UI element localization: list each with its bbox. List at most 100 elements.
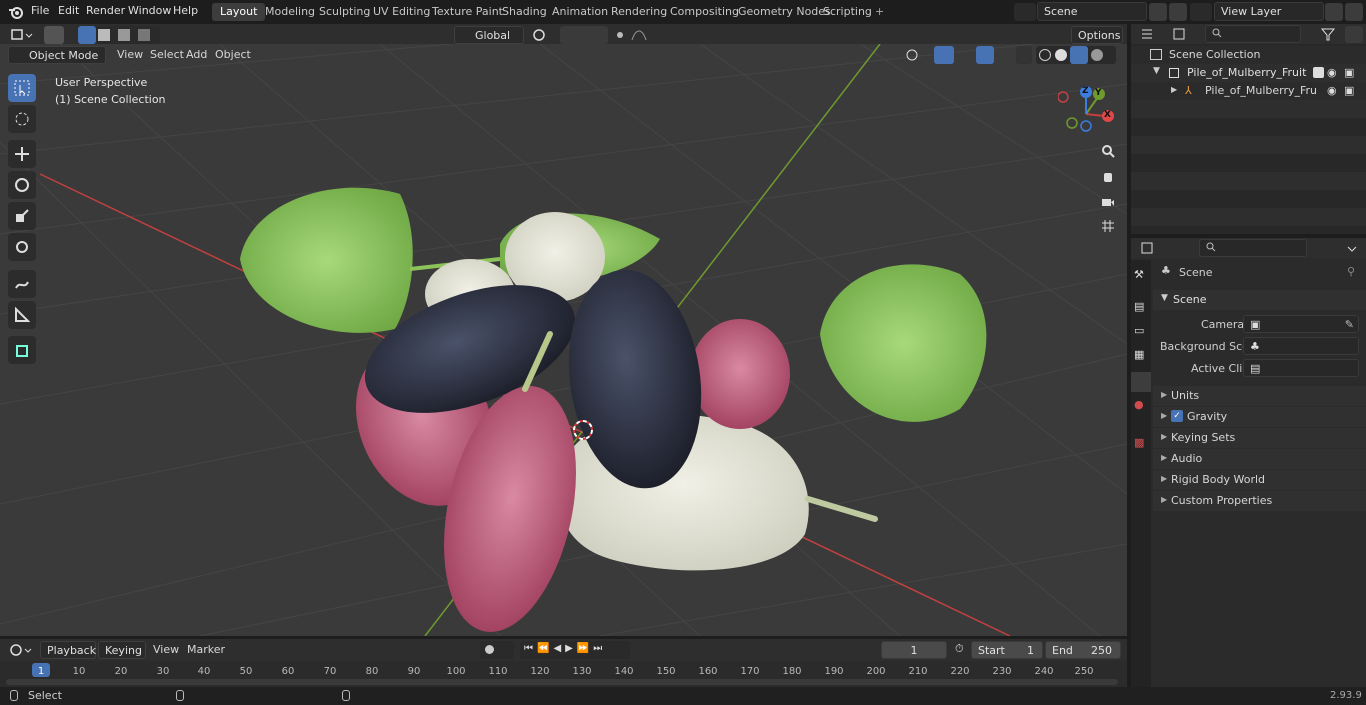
pan-hand-icon[interactable] bbox=[1097, 165, 1119, 187]
new-scene-icon[interactable] bbox=[1149, 3, 1167, 21]
zoom-icon[interactable] bbox=[1097, 140, 1119, 162]
playback-menu[interactable]: Playback bbox=[40, 641, 96, 659]
rigid-body-world-section[interactable]: ▶ Rigid Body World bbox=[1153, 470, 1366, 490]
view-menu-item[interactable]: View bbox=[112, 47, 148, 64]
camera-render-icon[interactable]: ▣ bbox=[1344, 66, 1354, 79]
scene-field[interactable]: Scene bbox=[1037, 2, 1147, 21]
tweak-select-icon[interactable] bbox=[44, 26, 64, 44]
snap-toggle[interactable] bbox=[560, 26, 608, 44]
tool-tab-icon[interactable]: ⚒ bbox=[1134, 268, 1144, 281]
playback-controls[interactable]: ⏮⏪◀▶⏩⏭ bbox=[520, 641, 630, 659]
end-frame-field[interactable]: End 250 bbox=[1045, 641, 1121, 659]
outliner-row-collection[interactable]: ▼ Pile_of_Mulberry_Fruit ◉ ▣ bbox=[1131, 64, 1366, 82]
timeline-scrollbar[interactable] bbox=[6, 679, 1118, 685]
editor-type-icon[interactable] bbox=[4, 2, 34, 20]
select-invert-icon[interactable] bbox=[138, 29, 150, 41]
select-mode-buttons[interactable] bbox=[78, 26, 160, 44]
background-scene-field[interactable]: ♣ bbox=[1243, 337, 1359, 355]
scene-panel-header[interactable]: ▼ Scene bbox=[1153, 290, 1366, 310]
object-eye-icon[interactable]: ◉ bbox=[1327, 84, 1337, 97]
select-new-icon[interactable] bbox=[78, 26, 96, 44]
object-menu-item[interactable]: Object bbox=[210, 47, 256, 64]
keying-sets-section[interactable]: ▶ Keying Sets bbox=[1153, 428, 1366, 448]
camera-view-icon[interactable] bbox=[1097, 190, 1119, 212]
auto-keying-toggle[interactable] bbox=[480, 641, 514, 659]
select-subtract-icon[interactable] bbox=[118, 29, 130, 41]
outliner-row-scene-collection[interactable]: Scene Collection bbox=[1131, 46, 1366, 64]
view-layer-tab-icon[interactable]: ▦ bbox=[1134, 348, 1144, 361]
show-gizmo-icon[interactable] bbox=[934, 46, 954, 64]
expand-arrow-icon[interactable]: ▼ bbox=[1153, 66, 1160, 76]
new-collection-icon[interactable] bbox=[1345, 26, 1363, 43]
3d-viewport[interactable]: User Perspective (1) Scene Collection X … bbox=[0, 44, 1127, 636]
material-mode-icon[interactable] bbox=[1070, 46, 1088, 64]
add-cube-tool[interactable] bbox=[8, 336, 36, 364]
select-extend-icon[interactable] bbox=[98, 29, 110, 41]
rendered-mode-icon[interactable] bbox=[1091, 49, 1103, 61]
start-frame-field[interactable]: Start 1 bbox=[971, 641, 1043, 659]
selectability-icon[interactable] bbox=[902, 46, 932, 64]
menu-window[interactable]: Window bbox=[128, 4, 171, 17]
collapse-arrow-icon[interactable]: ▶ bbox=[1171, 85, 1177, 94]
solid-mode-icon[interactable] bbox=[1055, 49, 1067, 61]
move-tool[interactable] bbox=[8, 140, 36, 168]
menu-render[interactable]: Render bbox=[86, 4, 125, 17]
current-frame-field[interactable]: 1 bbox=[881, 641, 947, 659]
toggle-xray-icon[interactable] bbox=[1016, 46, 1032, 64]
pivot-point-icon[interactable] bbox=[530, 26, 554, 44]
active-clip-field[interactable]: ▤ bbox=[1243, 359, 1359, 377]
properties-editor-type-icon[interactable] bbox=[1139, 240, 1165, 257]
scene-tab-icon[interactable] bbox=[1131, 372, 1151, 392]
outliner-row-object[interactable]: ▶ ⅄ Pile_of_Mulberry_Fruit_0( ◉ ▣ bbox=[1131, 82, 1366, 100]
scene-selector-icon[interactable] bbox=[1014, 3, 1036, 21]
properties-search-input[interactable] bbox=[1199, 239, 1307, 257]
gravity-checkbox[interactable]: ✓ bbox=[1171, 410, 1183, 422]
show-overlays-icon[interactable] bbox=[976, 46, 994, 64]
exclude-checkbox-icon[interactable] bbox=[1313, 67, 1324, 78]
custom-properties-section[interactable]: ▶ Custom Properties bbox=[1153, 491, 1366, 511]
texture-tab-icon[interactable]: ▩ bbox=[1134, 436, 1144, 449]
marker-menu[interactable]: Marker bbox=[182, 642, 230, 659]
wireframe-mode-icon[interactable] bbox=[1039, 49, 1051, 61]
eye-icon[interactable]: ◉ bbox=[1327, 66, 1337, 79]
timeline-view-menu[interactable]: View bbox=[148, 642, 184, 659]
proportional-edit-toggle[interactable] bbox=[612, 26, 656, 44]
delete-view-layer-icon[interactable] bbox=[1345, 3, 1363, 21]
add-menu-item[interactable]: Add bbox=[181, 47, 212, 64]
ortho-grid-icon[interactable] bbox=[1097, 215, 1119, 237]
menu-help[interactable]: Help bbox=[173, 4, 198, 17]
orientation-dropdown[interactable]: Global bbox=[454, 26, 524, 44]
scale-tool[interactable] bbox=[8, 202, 36, 230]
add-workspace-button[interactable]: + bbox=[867, 3, 892, 21]
keying-menu[interactable]: Keying bbox=[98, 641, 146, 659]
camera-field[interactable]: ▣ ✎ bbox=[1243, 315, 1359, 333]
editor-type-button[interactable] bbox=[8, 26, 34, 44]
filter-icon[interactable] bbox=[1319, 26, 1343, 43]
new-view-layer-icon[interactable] bbox=[1325, 3, 1343, 21]
rotate-tool[interactable] bbox=[8, 171, 36, 199]
outliner-search-input[interactable] bbox=[1205, 25, 1301, 43]
timeline-editor-type-icon[interactable] bbox=[8, 642, 34, 659]
measure-tool[interactable] bbox=[8, 301, 36, 329]
display-mode-icon[interactable] bbox=[1171, 26, 1197, 43]
menu-edit[interactable]: Edit bbox=[58, 4, 79, 17]
annotate-tool[interactable] bbox=[8, 270, 36, 298]
transform-tool[interactable] bbox=[8, 233, 36, 261]
options-dropdown[interactable]: Options bbox=[1071, 26, 1123, 44]
stopwatch-icon[interactable]: ⏱ bbox=[955, 642, 964, 656]
mode-selector[interactable]: Object Mode bbox=[8, 46, 106, 64]
pin-icon[interactable]: ⚲ bbox=[1347, 265, 1355, 278]
object-camera-icon[interactable]: ▣ bbox=[1344, 84, 1354, 97]
cursor-tool[interactable] bbox=[8, 105, 36, 133]
viewport-shading-buttons[interactable] bbox=[1036, 46, 1116, 64]
navigation-gizmo[interactable]: X Y Z bbox=[1057, 84, 1114, 140]
outliner-editor-type-icon[interactable] bbox=[1139, 26, 1163, 43]
view-layer-selector-icon[interactable] bbox=[1190, 3, 1212, 21]
output-tab-icon[interactable]: ▭ bbox=[1134, 324, 1144, 337]
properties-options-icon[interactable] bbox=[1343, 240, 1361, 257]
delete-scene-icon[interactable] bbox=[1169, 3, 1187, 21]
view-layer-field[interactable]: View Layer bbox=[1214, 2, 1324, 21]
select-box-tool[interactable] bbox=[8, 74, 36, 102]
render-tab-icon[interactable]: ▤ bbox=[1134, 300, 1144, 313]
audio-section[interactable]: ▶ Audio bbox=[1153, 449, 1366, 469]
